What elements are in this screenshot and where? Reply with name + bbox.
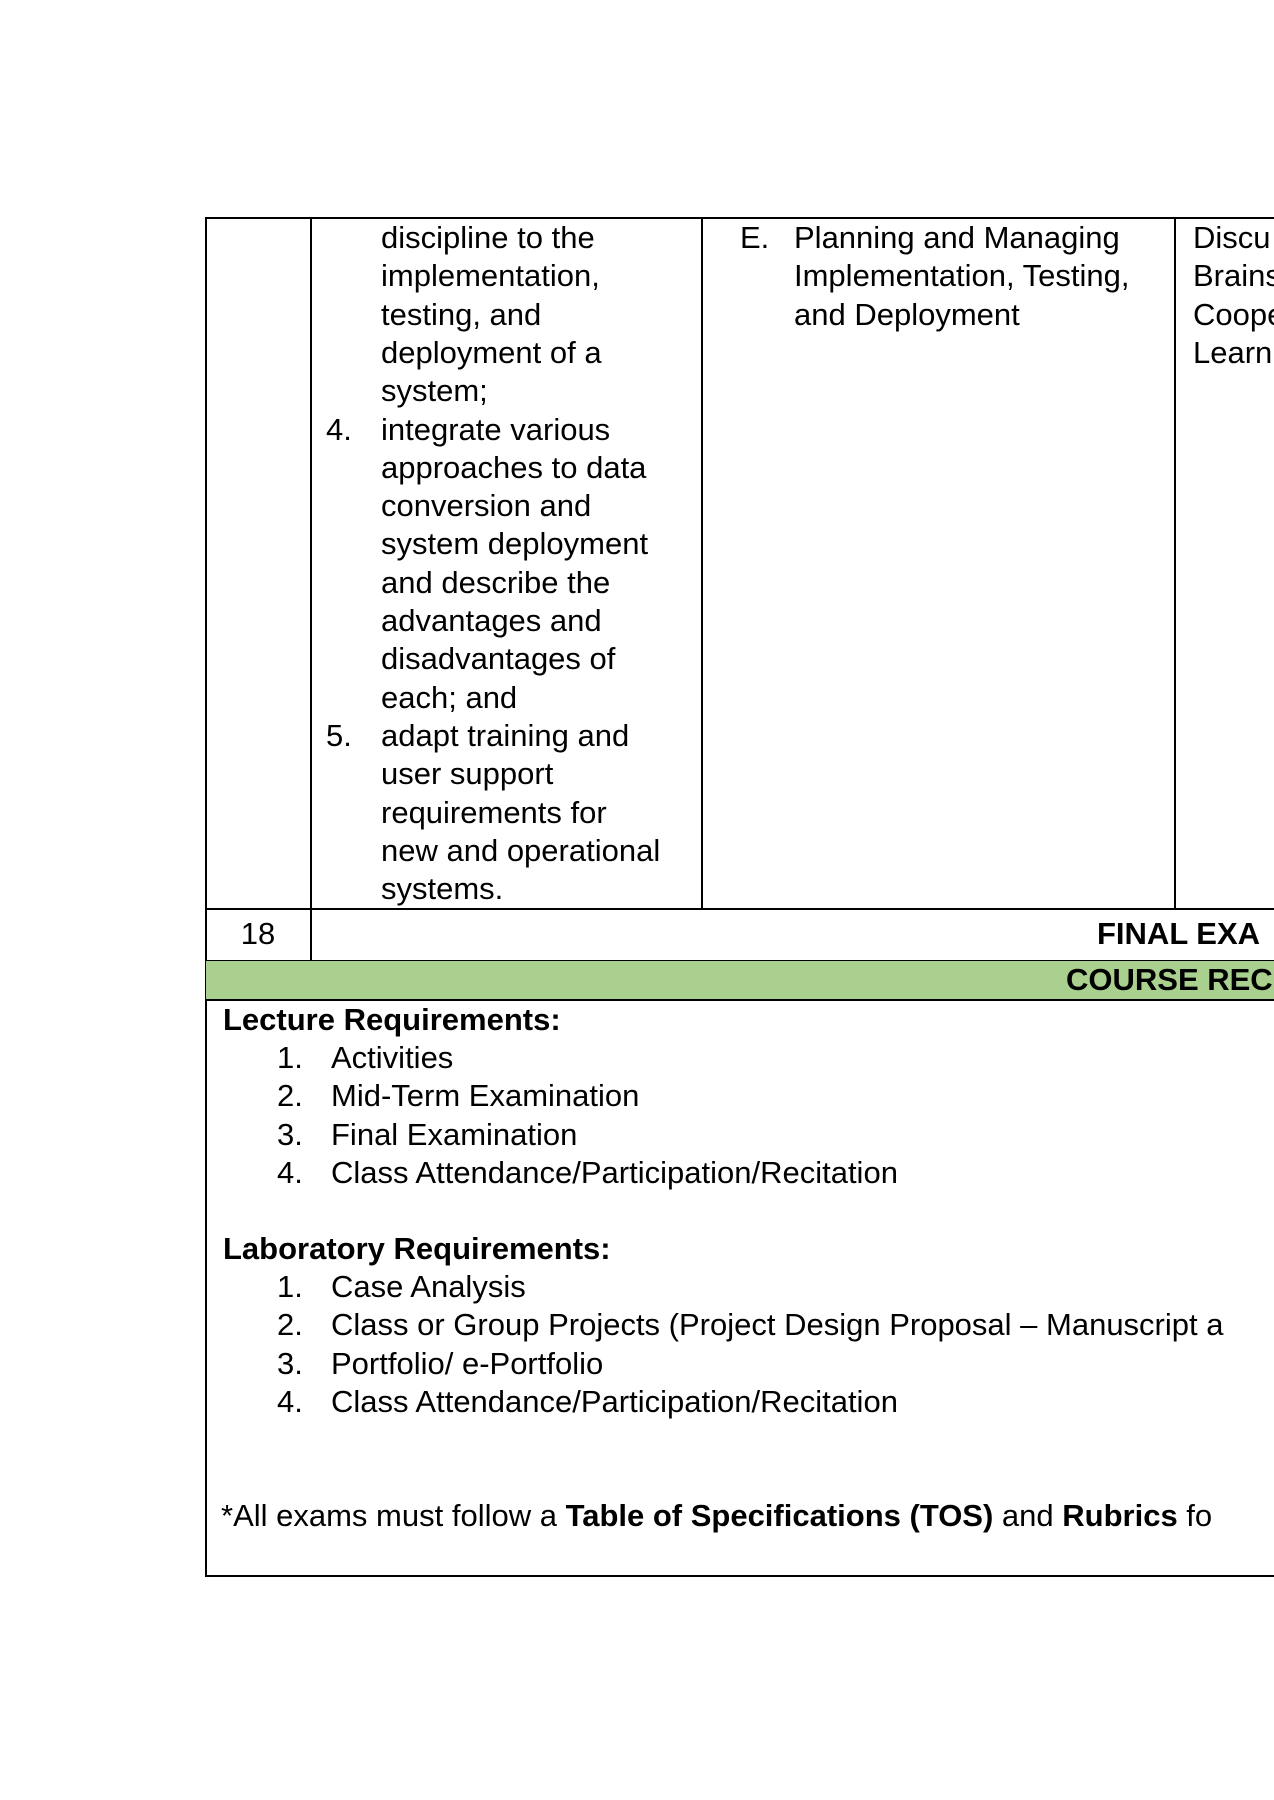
- lecture-requirement-item: 4. Class Attendance/Participation/Recitat…: [277, 1154, 898, 1192]
- objective-line: integrate various: [381, 411, 611, 447]
- objective-line: approaches to data: [381, 449, 647, 485]
- syllabus-page: discipline to the implementation, testing,…: [0, 0, 1274, 1800]
- topic-letter: E.: [740, 220, 770, 255]
- objective-line: systems.: [381, 871, 504, 907]
- laboratory-requirements-title: Laboratory Requirements:: [223, 1231, 611, 1266]
- final-exam-label: FINAL EXA: [1097, 916, 1261, 951]
- objective-number: 5.: [326, 717, 352, 753]
- laboratory-requirement-item: 4. Class Attendance/Participation/Recitat…: [277, 1383, 1223, 1421]
- objective-line: user support: [381, 756, 554, 792]
- column-divider: [1174, 217, 1176, 909]
- lecture-requirement-item: 1. Activities: [277, 1039, 898, 1077]
- rubrics-term: Rubrics: [1062, 1498, 1178, 1533]
- objective-line: conversion and: [381, 488, 592, 524]
- objective-line: advantages and: [381, 603, 602, 638]
- list-number: 3.: [277, 1116, 303, 1152]
- list-text: Activities: [331, 1040, 454, 1075]
- column-divider: [310, 217, 312, 961]
- method-line: Coope: [1193, 296, 1274, 332]
- row-divider: [205, 908, 1274, 910]
- list-number: 1.: [277, 1269, 303, 1304]
- section-header: COURSE REC: [1066, 962, 1273, 997]
- laboratory-requirements-list: 1. Case Analysis 2. Class or Group Projects…: [277, 1268, 1223, 1421]
- list-text: Class Attendance/Participation/Recitatio…: [331, 1383, 898, 1419]
- lecture-requirement-item: 3. Final Examination: [277, 1116, 898, 1154]
- exam-note-text: and: [993, 1498, 1063, 1533]
- week-number: 18: [240, 916, 276, 951]
- tos-term: Table of Specifications (TOS): [565, 1498, 994, 1533]
- lecture-requirement-item: 2. Mid-Term Examination: [277, 1077, 898, 1115]
- list-text: Class Attendance/Participation/Recitatio…: [331, 1154, 898, 1190]
- topic-line: Implementation, Testing,: [794, 258, 1130, 294]
- objective-line: system;: [381, 373, 488, 409]
- objective-line: implementation,: [381, 258, 600, 294]
- table-bottom-border: [205, 1575, 1274, 1577]
- topic-line: and Deployment: [794, 296, 1020, 332]
- lecture-requirements-list: 1. Activities 2. Mid-Term Examination 3. Fina…: [277, 1039, 898, 1192]
- list-text: Final Examination: [331, 1116, 578, 1152]
- method-line: Learn: [1193, 334, 1273, 370]
- list-number: 3.: [277, 1345, 303, 1381]
- list-text: Class or Group Projects (Project Design …: [331, 1307, 1224, 1343]
- objective-line: system deployment: [381, 526, 649, 562]
- exam-note: *All exams must follow a Table of Specif…: [221, 1497, 1212, 1535]
- list-number: 1.: [277, 1040, 303, 1075]
- objective-line: disadvantages of: [381, 641, 616, 677]
- list-text: Case Analysis: [331, 1269, 526, 1304]
- objective-line: new and operational: [381, 832, 661, 868]
- objective-line: discipline to the: [381, 220, 595, 255]
- objective-number: 4.: [326, 411, 352, 447]
- table-left-border: [205, 217, 207, 1576]
- list-number: 4.: [277, 1154, 303, 1190]
- lecture-requirements-title: Lecture Requirements:: [223, 1002, 561, 1037]
- exam-note-text: fo: [1177, 1498, 1213, 1533]
- objective-line: each; and: [381, 679, 518, 715]
- laboratory-requirement-item: 1. Case Analysis: [277, 1268, 1223, 1306]
- exam-note-text: *All exams must follow a: [221, 1498, 566, 1533]
- objective-line: deployment of a: [381, 334, 602, 370]
- objective-line: adapt training and: [381, 717, 630, 753]
- list-number: 4.: [277, 1383, 303, 1419]
- laboratory-requirement-item: 2. Class or Group Projects (Project Desig…: [277, 1306, 1223, 1344]
- list-number: 2.: [277, 1307, 303, 1343]
- objective-line: requirements for: [381, 794, 607, 830]
- topic-line: Planning and Managing: [794, 220, 1120, 255]
- method-line: Discu: [1193, 220, 1271, 255]
- list-number: 2.: [277, 1078, 303, 1114]
- list-text: Portfolio/ e-Portfolio: [331, 1345, 604, 1381]
- list-text: Mid-Term Examination: [331, 1078, 640, 1114]
- method-line: Brains: [1193, 258, 1274, 294]
- column-divider: [701, 217, 703, 909]
- objective-line: and describe the: [381, 564, 611, 600]
- objective-line: testing, and: [381, 296, 542, 332]
- laboratory-requirement-item: 3. Portfolio/ e-Portfolio: [277, 1345, 1223, 1383]
